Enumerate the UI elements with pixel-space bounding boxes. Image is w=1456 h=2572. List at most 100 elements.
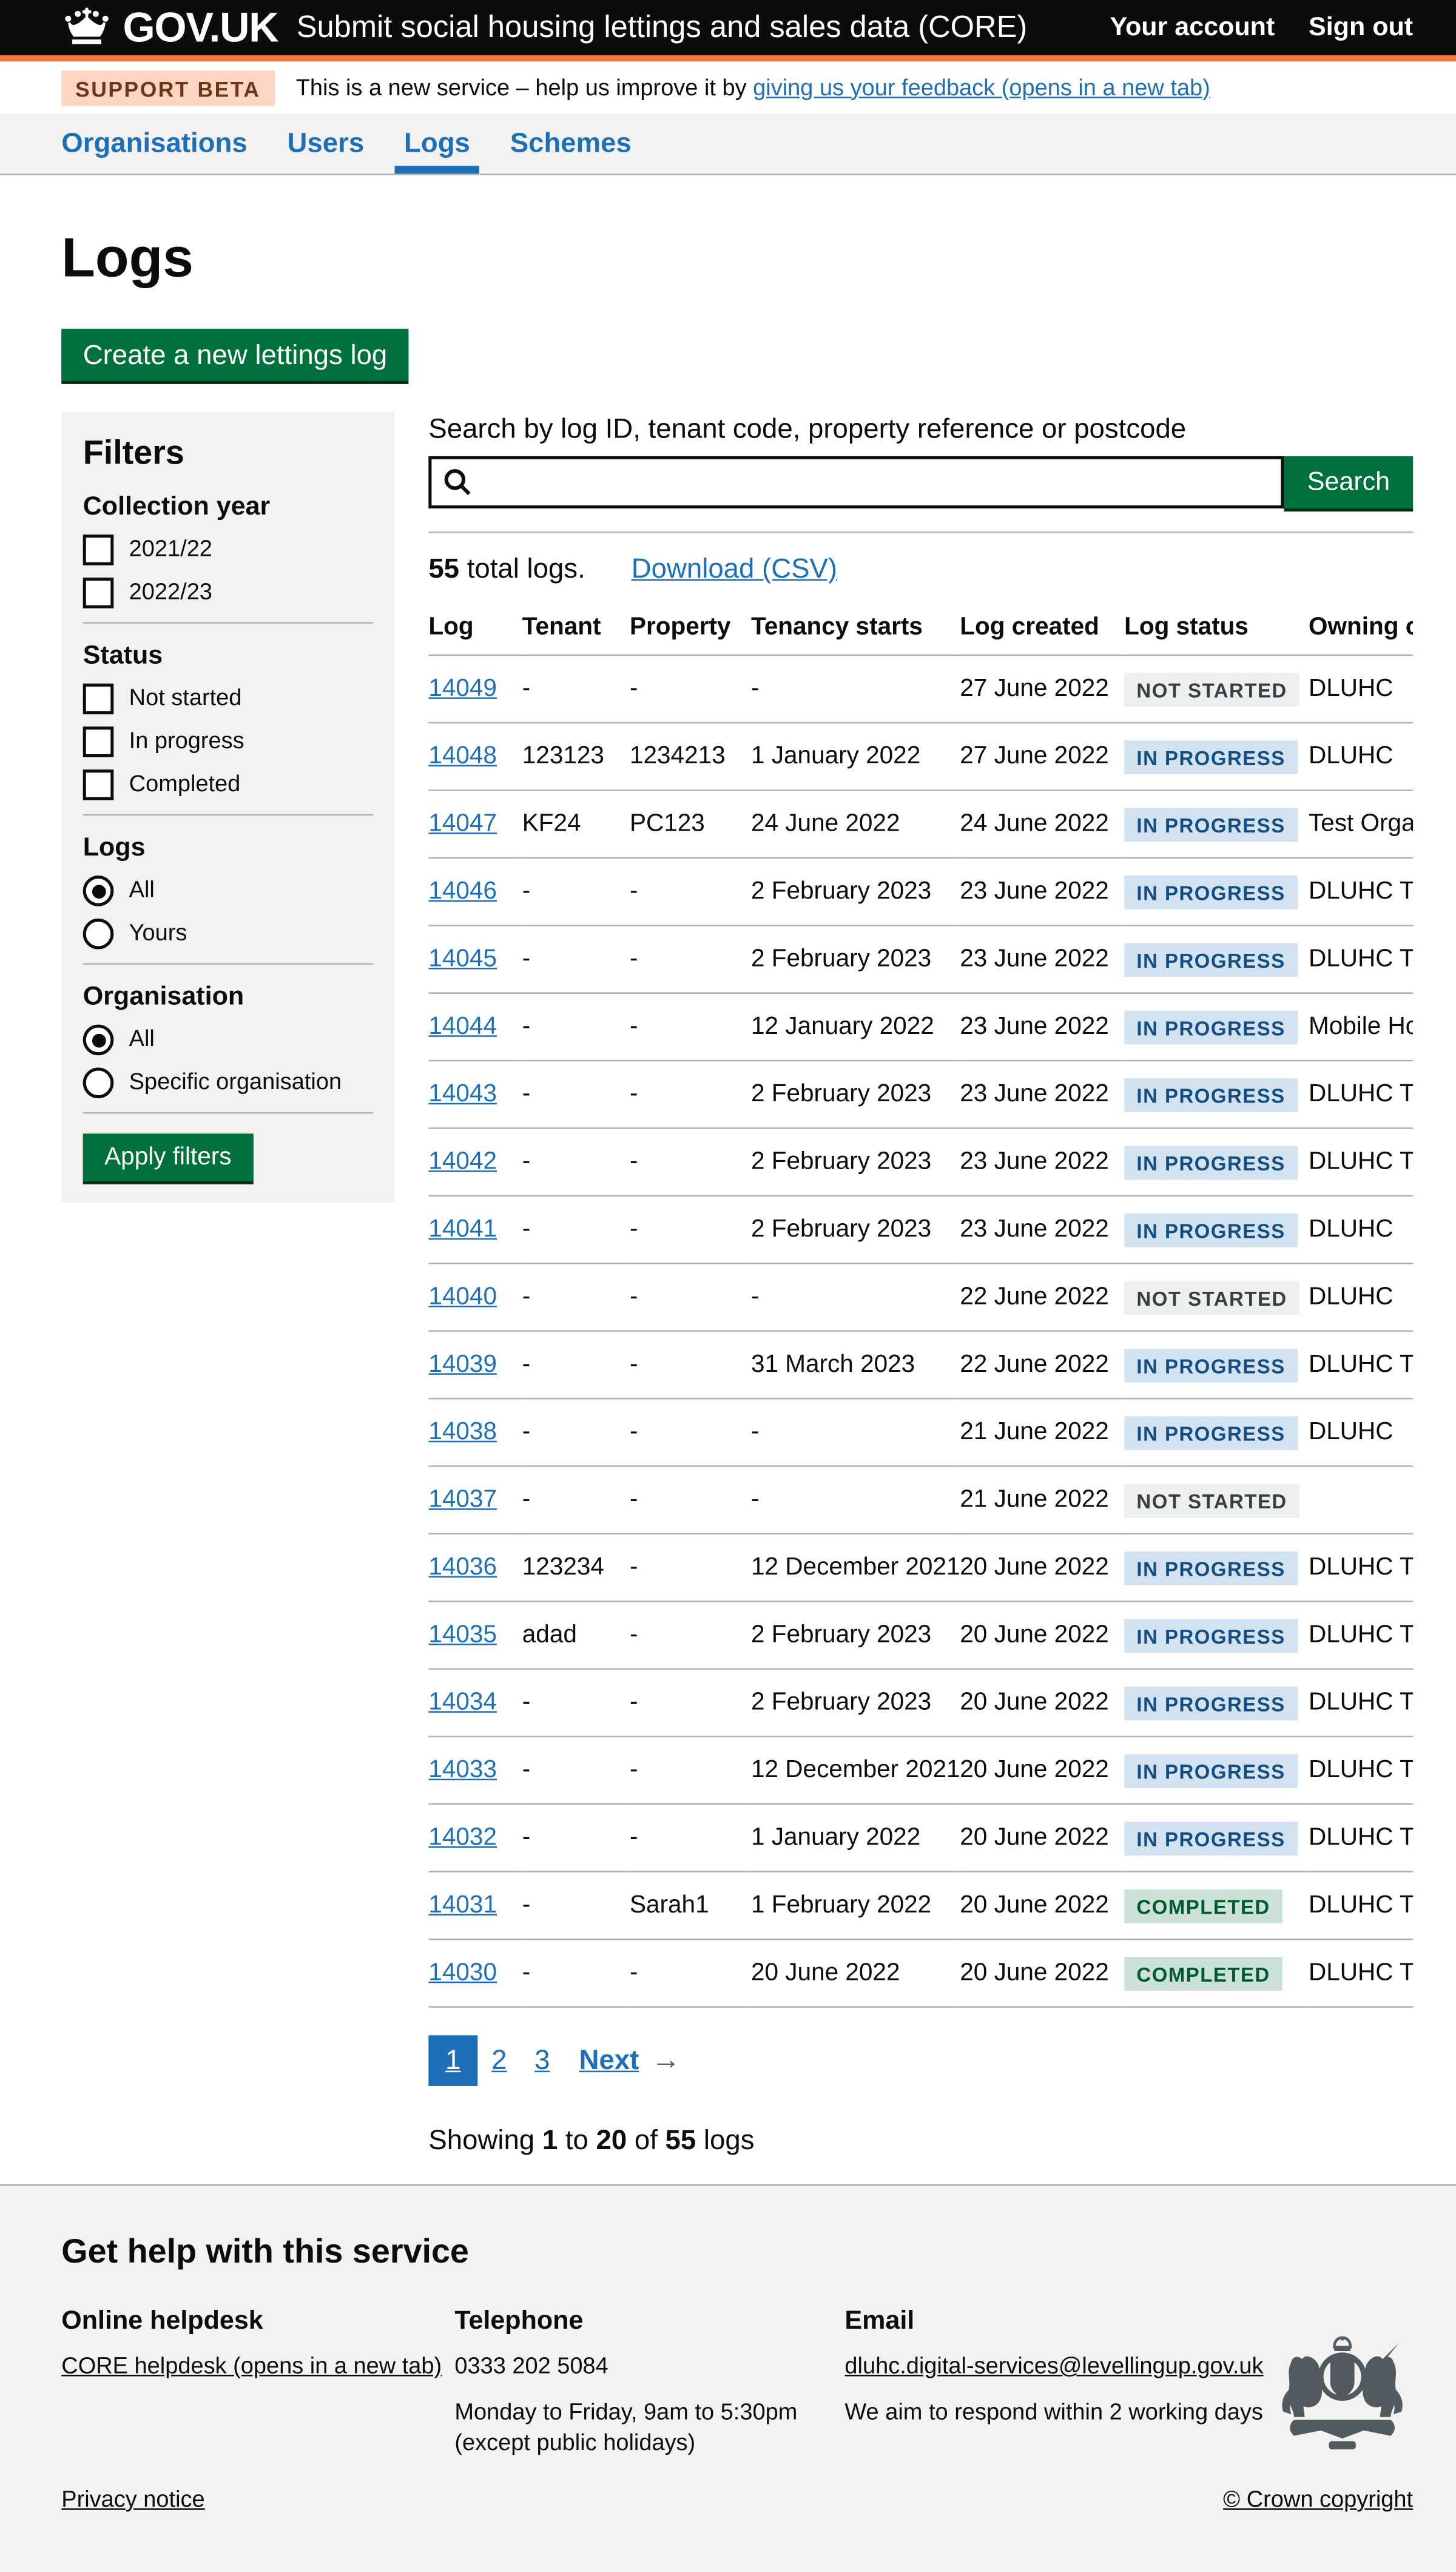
cell-property: - [630, 1601, 751, 1669]
log-id-link[interactable]: 14037 [428, 1487, 497, 1513]
log-id-link[interactable]: 14048 [428, 743, 497, 769]
log-id-link[interactable]: 14040 [428, 1284, 497, 1310]
log-id-link[interactable]: 14047 [428, 811, 497, 837]
radio-icon[interactable] [83, 919, 114, 950]
govuk-logo[interactable]: GOV.UK [61, 4, 278, 51]
checkbox-icon[interactable] [83, 769, 114, 800]
cell-tenancy-starts: 2 February 2023 [751, 858, 960, 925]
create-lettings-log-button[interactable]: Create a new lettings log [61, 329, 408, 381]
cell-log-status: In progress [1124, 1331, 1309, 1399]
radio-option-specific-organisation[interactable]: Specific organisation [83, 1067, 373, 1098]
core-helpdesk-link[interactable]: CORE helpdesk (opens in a new tab) [61, 2353, 442, 2379]
cell-log-status: In progress [1124, 1804, 1309, 1871]
cell-property: - [630, 1534, 751, 1601]
cell-log-status: In progress [1124, 925, 1309, 993]
cell-log-created: 22 June 2022 [960, 1263, 1124, 1331]
checkbox-option-2021-22[interactable]: 2021/22 [83, 535, 373, 565]
checkbox-icon[interactable] [83, 684, 114, 715]
nav-tab-logs[interactable]: Logs [404, 113, 470, 174]
log-id-link[interactable]: 14030 [428, 1960, 497, 1986]
nav-tab-organisations[interactable]: Organisations [61, 113, 247, 174]
filter-divider [83, 1112, 373, 1114]
showing-to-word: to [558, 2124, 596, 2155]
option-label: Not started [129, 684, 242, 715]
nav-tab-users[interactable]: Users [287, 113, 364, 174]
download-csv-link[interactable]: Download (CSV) [632, 553, 837, 585]
checkbox-icon[interactable] [83, 726, 114, 757]
cell-log-created: 20 June 2022 [960, 1669, 1124, 1737]
apply-filters-button[interactable]: Apply filters [83, 1133, 253, 1181]
checkbox-option-2022-23[interactable]: 2022/23 [83, 578, 373, 609]
checkbox-icon[interactable] [83, 578, 114, 609]
email-link[interactable]: dluhc.digital-services@levellingup.gov.u… [844, 2353, 1263, 2379]
govuk-header: GOV.UK Submit social housing lettings an… [0, 0, 1456, 61]
log-id-link[interactable]: 14042 [428, 1149, 497, 1175]
radio-icon[interactable] [83, 876, 114, 906]
status-badge: Not started [1124, 1484, 1299, 1518]
your-account-link[interactable]: Your account [1110, 12, 1275, 43]
cell-tenant: - [522, 925, 630, 993]
log-id-link[interactable]: 14041 [428, 1217, 497, 1243]
pagination-page[interactable]: 3 [521, 2035, 564, 2086]
cell-log-created: 21 June 2022 [960, 1399, 1124, 1466]
log-id-link[interactable]: 14043 [428, 1081, 497, 1107]
cell-tenant: - [522, 1263, 630, 1331]
search-input[interactable] [428, 456, 1284, 508]
cell-owning: DLUHC [1309, 1263, 1413, 1331]
log-id-link[interactable]: 14046 [428, 879, 497, 905]
cell-log-created: 20 June 2022 [960, 1939, 1124, 2007]
cell-owning: DLUHC Tes [1309, 1669, 1413, 1737]
nav-tab-schemes[interactable]: Schemes [510, 113, 632, 174]
option-label: Completed [129, 769, 241, 800]
search-button[interactable]: Search [1284, 456, 1413, 508]
cell-property: PC123 [630, 791, 751, 858]
checkbox-option-not-started[interactable]: Not started [83, 684, 373, 715]
log-id-link[interactable]: 14045 [428, 946, 497, 972]
cell-log: 14045 [428, 925, 522, 993]
cell-tenant: - [522, 858, 630, 925]
table-row: 14044--12 January 202223 June 2022In pro… [428, 993, 1413, 1061]
radio-option-yours[interactable]: Yours [83, 919, 373, 950]
cell-owning: DLUHC Tes [1309, 1331, 1413, 1399]
cell-log-created: 24 June 2022 [960, 791, 1124, 858]
pagination-page-current[interactable]: 1 [428, 2035, 477, 2086]
filter-divider [83, 814, 373, 816]
cell-tenant: - [522, 1196, 630, 1263]
cell-tenancy-starts: 12 December 2021 [751, 1737, 960, 1804]
option-label: All [129, 1025, 155, 1056]
radio-icon[interactable] [83, 1025, 114, 1056]
log-id-link[interactable]: 14032 [428, 1825, 497, 1851]
log-id-link[interactable]: 14036 [428, 1554, 497, 1581]
cell-tenancy-starts: 2 February 2023 [751, 1128, 960, 1195]
checkbox-icon[interactable] [83, 535, 114, 565]
privacy-notice-link[interactable]: Privacy notice [61, 2487, 204, 2513]
log-id-link[interactable]: 14039 [428, 1352, 497, 1378]
log-id-link[interactable]: 14049 [428, 676, 497, 702]
radio-icon[interactable] [83, 1067, 114, 1098]
cell-log: 14047 [428, 791, 522, 858]
logs-table-header-row: LogTenantPropertyTenancy startsLog creat… [428, 605, 1413, 655]
checkbox-option-completed[interactable]: Completed [83, 769, 373, 800]
service-name[interactable]: Submit social housing lettings and sales… [297, 10, 1110, 45]
sign-out-link[interactable]: Sign out [1309, 12, 1413, 43]
radio-option-all[interactable]: All [83, 876, 373, 906]
log-id-link[interactable]: 14035 [428, 1622, 497, 1648]
cell-log: 14041 [428, 1196, 522, 1263]
cell-log-created: 27 June 2022 [960, 655, 1124, 723]
log-id-link[interactable]: 14044 [428, 1014, 497, 1040]
log-id-link[interactable]: 14031 [428, 1892, 497, 1919]
checkbox-option-in-progress[interactable]: In progress [83, 726, 373, 757]
pagination-page[interactable]: 2 [477, 2035, 521, 2086]
filter-group-heading: Logs [83, 832, 373, 863]
feedback-link[interactable]: giving us your feedback (opens in a new … [753, 75, 1210, 101]
log-id-link[interactable]: 14034 [428, 1690, 497, 1716]
log-id-link[interactable]: 14033 [428, 1757, 497, 1783]
pagination-next-link[interactable]: Next [579, 2045, 639, 2077]
cell-property: - [630, 1196, 751, 1263]
log-id-link[interactable]: 14038 [428, 1419, 497, 1445]
cell-owning: DLUHC Tes [1309, 1534, 1413, 1601]
crown-copyright-link[interactable]: © Crown copyright [1223, 2487, 1413, 2513]
option-label: 2021/22 [129, 535, 212, 565]
cell-tenant: - [522, 1331, 630, 1399]
radio-option-all[interactable]: All [83, 1025, 373, 1056]
